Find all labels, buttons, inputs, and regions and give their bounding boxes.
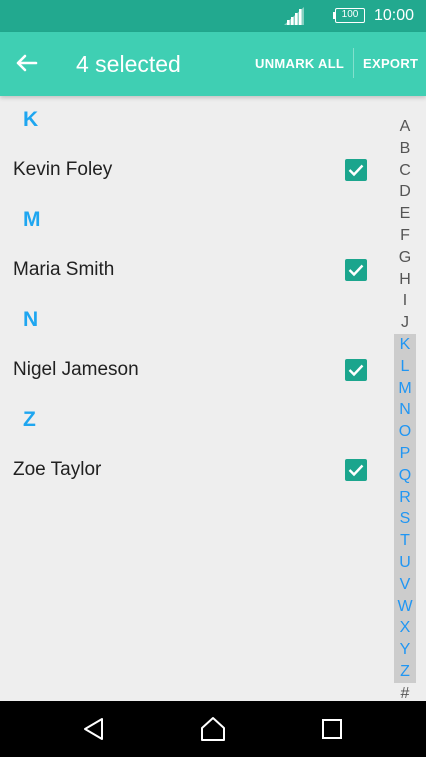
navigation-bar (0, 701, 426, 757)
section-header: Z (23, 408, 36, 431)
alphabet-index[interactable]: A B C D E F G H I J K L M N O P Q R S T U V W X Y Z # (394, 116, 416, 705)
contact-name: Kevin Foley (13, 159, 113, 180)
index-letter[interactable]: P (394, 442, 416, 465)
index-letter[interactable]: H (394, 269, 416, 291)
back-arrow-icon[interactable] (8, 44, 46, 82)
contact-name: Zoe Taylor (13, 459, 102, 480)
index-letter[interactable]: T (394, 530, 416, 552)
list-item[interactable]: Nigel Jameson (0, 346, 392, 396)
index-letter[interactable]: E (394, 203, 416, 225)
list-item[interactable]: Kevin Foley (0, 146, 392, 196)
home-nav-icon[interactable] (199, 715, 227, 743)
index-letter[interactable]: W (394, 595, 416, 618)
index-letter[interactable]: J (394, 312, 416, 334)
section-header: K (23, 108, 39, 131)
index-letter[interactable]: K (394, 333, 416, 356)
index-letter[interactable]: A (394, 116, 416, 138)
index-letter[interactable]: C (394, 160, 416, 182)
contact-list: K Kevin Foley M Maria Smith N Nigel Jame… (0, 96, 392, 496)
app-bar: 4 selected UNMARK ALL EXPORT (0, 32, 426, 96)
index-letter[interactable]: X (394, 617, 416, 640)
battery-level: 100 (335, 8, 365, 23)
check-icon (348, 264, 364, 277)
contact-checkbox[interactable] (345, 159, 367, 181)
signal-icon (284, 7, 304, 25)
section-header: M (23, 208, 41, 231)
export-button[interactable]: EXPORT (363, 56, 418, 71)
contact-checkbox[interactable] (345, 459, 367, 481)
contact-checkbox[interactable] (345, 359, 367, 381)
list-item[interactable]: Zoe Taylor (0, 446, 392, 496)
index-letter[interactable]: R (394, 486, 416, 509)
index-letter[interactable]: V (394, 573, 416, 596)
check-icon (348, 364, 364, 377)
contact-name: Nigel Jameson (13, 359, 139, 380)
index-letter[interactable]: I (394, 290, 416, 312)
battery-icon: 100 (333, 8, 365, 23)
list-item[interactable]: Maria Smith (0, 246, 392, 296)
contact-name: Maria Smith (13, 259, 115, 280)
index-letter[interactable]: F (394, 225, 416, 247)
index-letter[interactable]: M (394, 377, 416, 400)
index-letter[interactable]: B (394, 138, 416, 160)
status-time: 10:00 (374, 7, 415, 24)
index-letter[interactable]: U (394, 551, 416, 574)
unmark-all-button[interactable]: UNMARK ALL (255, 56, 344, 71)
toolbar-divider (353, 48, 354, 78)
recents-nav-icon[interactable] (318, 715, 346, 743)
index-letter[interactable]: L (394, 355, 416, 378)
index-letter[interactable]: O (394, 421, 416, 443)
index-letter[interactable]: Q (394, 464, 416, 487)
index-letter[interactable]: D (394, 181, 416, 203)
index-letter[interactable]: G (394, 247, 416, 269)
status-bar: 100 10:00 (0, 0, 426, 32)
section-header: N (23, 308, 39, 331)
index-letter[interactable]: S (394, 508, 416, 531)
check-icon (348, 164, 364, 177)
back-nav-icon[interactable] (80, 715, 108, 743)
index-letter[interactable]: Y (394, 639, 416, 661)
index-letter[interactable]: Z (394, 660, 416, 683)
page-title: 4 selected (76, 51, 181, 77)
index-letter[interactable]: N (394, 399, 416, 422)
check-icon (348, 464, 364, 477)
contact-checkbox[interactable] (345, 259, 367, 281)
